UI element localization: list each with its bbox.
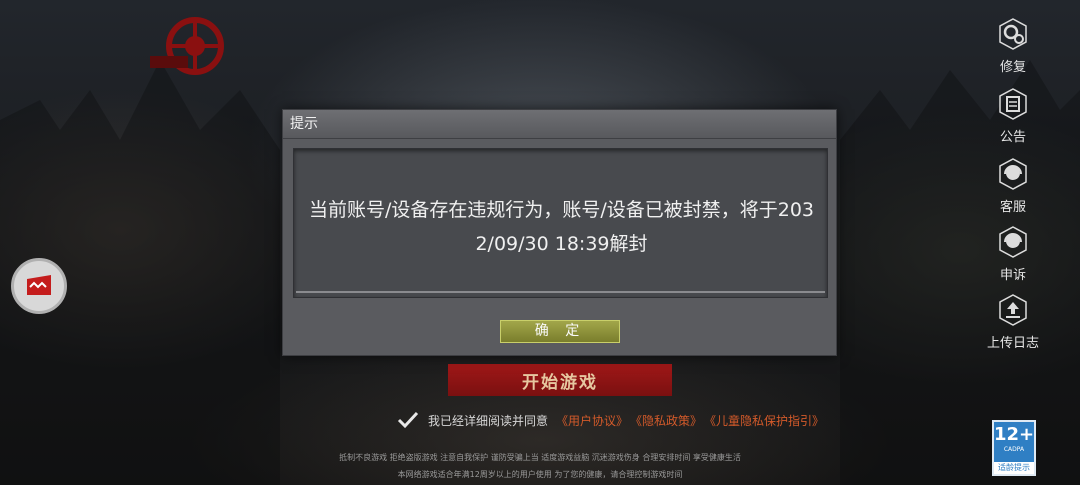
sidebar-item-repair[interactable]: 修复 [980, 14, 1046, 75]
age-notice: 本网络游戏适合年满12周岁以上的用户使用 为了您的健康，请合理控制游戏时间 [397, 470, 683, 479]
ban-notice-dialog: 提示 当前账号/设备存在违规行为，账号/设备已被封禁，将于203 2/09/30… [282, 109, 837, 356]
floating-ball-icon [27, 275, 51, 295]
child-privacy-link[interactable]: 《儿童隐私保护指引》 [704, 412, 824, 429]
dialog-message-line: 当前账号/设备存在违规行为，账号/设备已被封禁，将于203 [308, 199, 815, 221]
privacy-policy-link[interactable]: 《隐私政策》 [630, 412, 702, 429]
age-rating-label: 12+ [994, 424, 1035, 445]
headset-icon [993, 154, 1033, 194]
sidebar-item-label: 修复 [999, 60, 1026, 75]
health-notice: 抵制不良游戏 拒绝盗版游戏 注意自我保护 谨防受骗上当 适度游戏益脑 沉迷游戏伤… [339, 453, 741, 462]
dialog-body: 当前账号/设备存在违规行为，账号/设备已被封禁，将于203 2/09/30 18… [293, 148, 828, 298]
dialog-title: 提示 [283, 110, 836, 139]
gear-icon [993, 14, 1033, 54]
sidebar-item-label: 上传日志 [986, 336, 1039, 351]
dialog-message: 当前账号/设备存在违规行为，账号/设备已被封禁，将于203 2/09/30 18… [294, 193, 829, 261]
dialog-divider [296, 291, 825, 293]
dialog-message-line: 2/09/30 18:39解封 [475, 233, 648, 255]
age-rating-org: CADPA [1003, 446, 1025, 453]
confirm-button[interactable]: 确 定 [500, 320, 620, 343]
sidebar-item-label: 申诉 [999, 268, 1026, 283]
sidebar-item-label: 公告 [999, 130, 1026, 145]
floating-assistant-button[interactable] [11, 258, 67, 314]
notice-icon [993, 84, 1033, 124]
sidebar-item-service[interactable]: 客服 [980, 154, 1046, 215]
agreement-row: 我已经详细阅读并同意 《用户协议》 《隐私政策》 《儿童隐私保护指引》 [396, 409, 826, 431]
upload-icon [993, 290, 1033, 330]
sidebar-item-label: 客服 [999, 200, 1026, 215]
sidebar-item-notice[interactable]: 公告 [980, 84, 1046, 145]
age-rating-caption: 适龄提示 [994, 462, 1034, 474]
sidebar-item-upload-log[interactable]: 上传日志 [980, 290, 1046, 351]
game-logo [150, 17, 224, 75]
sidebar-item-appeal[interactable]: 申诉 [980, 222, 1046, 283]
user-agreement-link[interactable]: 《用户协议》 [556, 412, 628, 429]
age-rating-badge: 12+ CADPA 适龄提示 [992, 420, 1036, 476]
start-game-button[interactable]: 开始游戏 [448, 364, 672, 396]
checkmark-icon[interactable] [396, 409, 420, 431]
agreement-text: 我已经详细阅读并同意 [428, 413, 549, 428]
headset-icon [993, 222, 1033, 262]
